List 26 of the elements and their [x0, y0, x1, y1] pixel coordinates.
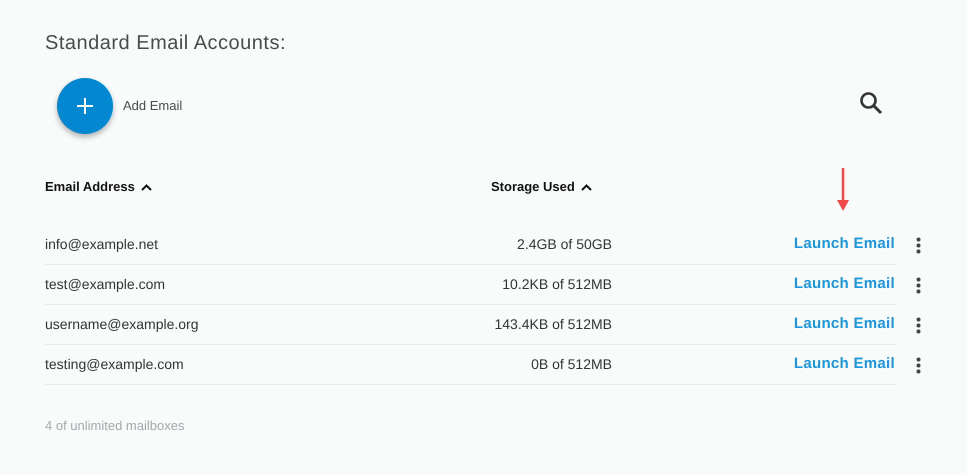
more-icon: [916, 276, 920, 294]
more-icon: [916, 236, 920, 254]
storage-cell-text: 0B of 512MB: [530, 355, 612, 374]
launch-email-link[interactable]: Launch Email: [794, 313, 895, 336]
search-icon: [859, 91, 883, 115]
storage-cell-text: 2.4GB of 50GB: [516, 235, 612, 254]
launch-email-link[interactable]: Launch Email: [794, 233, 895, 256]
email-cell-text: info@example.net: [45, 235, 160, 254]
sort-up-icon: [580, 184, 592, 190]
email-cell-text: test@example.com: [45, 275, 166, 294]
column-header[interactable]: Email Address: [45, 177, 152, 197]
search-button[interactable]: [859, 91, 883, 115]
storage-cell-text: 143.4KB of 512MB: [493, 315, 612, 334]
email-cell-text: username@example.org: [45, 315, 200, 334]
add-email-button[interactable]: Add Email: [57, 78, 182, 134]
more-icon: [916, 356, 920, 374]
storage-cell-text: 10.2KB of 512MB: [501, 275, 612, 294]
sort-up-icon: [140, 184, 152, 190]
column-header[interactable]: Storage Used: [491, 177, 592, 197]
launch-email-link[interactable]: Launch Email: [794, 273, 895, 296]
page-title: Standard Email Accounts:: [45, 31, 288, 56]
mailbox-count: 4 of unlimited mailboxes: [45, 417, 186, 435]
launch-email-link[interactable]: Launch Email: [794, 353, 895, 376]
email-cell-text: testing@example.com: [45, 355, 185, 374]
plus-icon: [76, 97, 94, 115]
more-icon: [916, 316, 920, 334]
